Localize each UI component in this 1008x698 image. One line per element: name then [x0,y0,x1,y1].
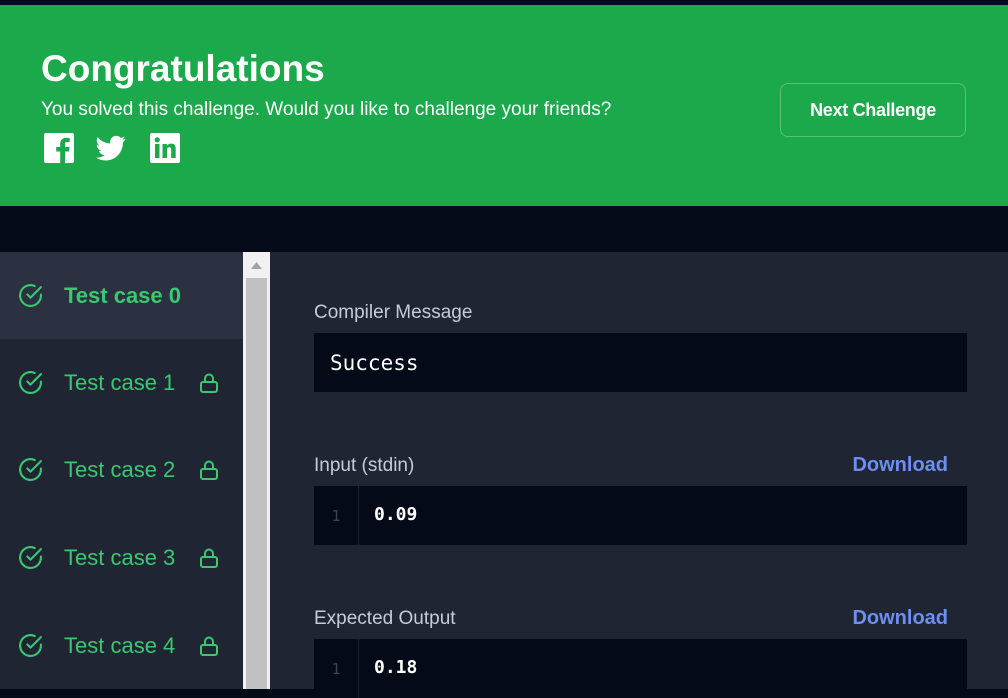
compiler-message-text: Success [330,351,419,375]
line-number: 1 [314,486,359,545]
check-circle-icon [19,284,42,307]
linkedin-icon[interactable] [150,133,180,163]
scroll-up-arrow-icon[interactable] [243,252,270,278]
lock-icon [200,636,218,656]
expected-output-value: 0.18 [374,657,418,678]
test-case-tab-3[interactable]: Test case 3 [0,514,243,601]
test-case-label: Test case 0 [64,282,182,308]
line-number: 1 [314,639,359,698]
lock-icon [200,548,218,568]
test-case-tab-0[interactable]: Test case 0 [0,252,243,339]
facebook-icon[interactable] [44,133,74,163]
banner-subtitle: You solved this challenge. Would you lik… [41,99,612,120]
test-result-panel: Compiler Message Success Input (stdin) D… [270,252,1008,698]
expected-output-download-link[interactable]: Download [852,606,948,630]
test-case-label: Test case 3 [64,544,176,570]
test-case-tab-1[interactable]: Test case 1 [0,339,243,426]
header-gap [0,206,1008,252]
check-circle-icon [19,458,42,481]
test-case-label: Test case 2 [64,456,176,482]
compiler-message-label: Compiler Message [314,302,473,323]
input-value: 0.09 [374,504,418,525]
lock-icon [200,460,218,480]
input-download-link[interactable]: Download [852,453,948,477]
expected-output-code-box: 1 0.18 [314,639,967,698]
twitter-icon[interactable] [96,133,126,163]
test-case-tab-4[interactable]: Test case 4 [0,602,243,689]
test-case-tab-2[interactable]: Test case 2 [0,426,243,513]
check-circle-icon [19,371,42,394]
next-challenge-button[interactable]: Next Challenge [780,83,966,137]
banner-title: Congratulations [41,48,325,89]
sidebar-scrollbar[interactable] [243,252,270,689]
input-label: Input (stdin) [314,455,415,476]
input-code-box: 1 0.09 [314,486,967,545]
test-case-label: Test case 4 [64,632,176,658]
expected-output-label: Expected Output [314,608,456,629]
scroll-thumb[interactable] [246,278,267,689]
compiler-message-box: Success [314,333,967,392]
check-circle-icon [19,546,42,569]
lock-icon [200,373,218,393]
test-case-label: Test case 1 [64,369,176,395]
test-case-sidebar: Test case 0 Test case 1 Test case 2 Test… [0,252,243,689]
success-banner: Congratulations You solved this challeng… [0,5,1008,206]
check-circle-icon [19,634,42,657]
